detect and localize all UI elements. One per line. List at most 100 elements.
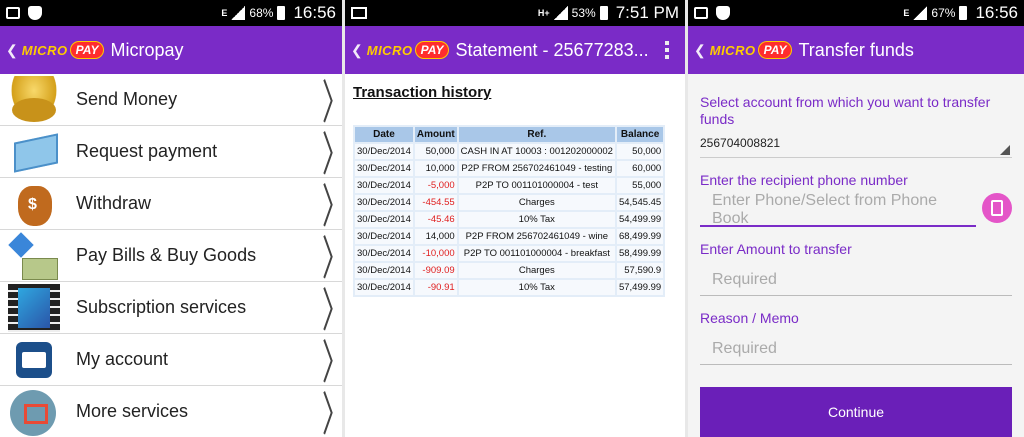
cell-balance: 54,499.99 xyxy=(616,212,664,227)
cell-amount: 14,000 xyxy=(414,229,457,244)
table-row: 30/Dec/2014 -90.91 10% Tax 57,499.99 xyxy=(355,280,664,295)
cell-ref: P2P FROM 256702461049 - testing xyxy=(458,161,615,176)
contacts-icon xyxy=(991,200,1003,216)
transaction-history-heading: Transaction history xyxy=(353,84,492,101)
battery-icon xyxy=(599,6,608,20)
memo-label: Reason / Memo xyxy=(700,310,799,326)
menu-item-more-services[interactable]: More services 〉 xyxy=(0,386,342,437)
action-bar: ❮ MICRO PAY Transfer funds xyxy=(688,26,1024,74)
status-bar: E 68% 16:56 xyxy=(0,0,342,26)
cell-ref: P2P FROM 256702461049 - wine xyxy=(458,229,615,244)
micropay-logo[interactable]: MICRO PAY xyxy=(367,41,450,59)
menu-item-request-payment[interactable]: Request payment 〉 xyxy=(0,126,342,181)
column-header: Amount xyxy=(414,127,457,142)
cell-ref: 10% Tax xyxy=(458,280,615,295)
account-card-icon xyxy=(8,336,60,384)
network-type: E xyxy=(221,8,228,18)
account-select[interactable]: 256704008821 xyxy=(700,136,1012,158)
chevron-right-icon: 〉 xyxy=(322,378,342,437)
cell-date: 30/Dec/2014 xyxy=(355,195,413,210)
cell-amount: 50,000 xyxy=(414,144,457,159)
back-caret-icon[interactable]: ❮ xyxy=(6,42,18,59)
column-header: Ref. xyxy=(458,127,615,142)
cell-amount: -454.55 xyxy=(414,195,457,210)
micropay-logo[interactable]: MICRO PAY xyxy=(22,41,105,59)
page-title: Micropay xyxy=(110,39,184,60)
gallery-notification-icon xyxy=(6,7,20,19)
cell-balance: 68,499.99 xyxy=(616,229,664,244)
memo-input[interactable]: Required xyxy=(700,333,1012,365)
menu-item-label: Withdraw xyxy=(76,193,152,213)
battery-percent: 53% xyxy=(571,6,596,20)
card-icon xyxy=(8,128,60,176)
cell-date: 30/Dec/2014 xyxy=(355,212,413,227)
clock: 7:51 PM xyxy=(615,3,679,22)
cell-ref: CASH IN AT 10003 : 001202000002 xyxy=(458,144,615,159)
table-row: 30/Dec/2014 50,000 CASH IN AT 10003 : 0012… xyxy=(355,144,664,159)
cell-date: 30/Dec/2014 xyxy=(355,144,413,159)
cell-ref: Charges xyxy=(458,195,615,210)
cell-balance: 57,590.9 xyxy=(616,263,664,278)
table-row: 30/Dec/2014 -5,000 P2P TO 001101000004 - t… xyxy=(355,178,664,193)
column-header: Balance xyxy=(616,127,664,142)
action-bar: ❮ MICRO PAY Statement - 25677283... xyxy=(345,26,685,74)
cell-date: 30/Dec/2014 xyxy=(355,246,413,261)
menu-item-label: Request payment xyxy=(76,141,218,161)
signal-icon xyxy=(553,6,568,20)
bills-icon xyxy=(8,232,60,280)
back-caret-icon[interactable]: ❮ xyxy=(694,42,706,59)
more-services-icon xyxy=(8,388,60,436)
money-bag-icon xyxy=(8,180,60,228)
status-bar: E 67% 16:56 xyxy=(688,0,1024,26)
cell-amount: -5,000 xyxy=(414,178,457,193)
recipient-phone-input[interactable]: Enter Phone/Select from Phone Book xyxy=(700,192,976,227)
menu-item-label: Send Money xyxy=(76,89,178,109)
battery-percent: 68% xyxy=(249,6,274,20)
cell-date: 30/Dec/2014 xyxy=(355,178,413,193)
table-row: 30/Dec/2014 -45.46 10% Tax 54,499.99 xyxy=(355,212,664,227)
cell-date: 30/Dec/2014 xyxy=(355,161,413,176)
cell-amount: 10,000 xyxy=(414,161,457,176)
cell-ref: 10% Tax xyxy=(458,212,615,227)
column-header: Date xyxy=(355,127,413,142)
amount-input[interactable]: Required xyxy=(700,264,1012,296)
battery-icon xyxy=(277,6,286,20)
recipient-phone-label: Enter the recipient phone number xyxy=(700,172,908,188)
micropay-logo[interactable]: MICRO PAY xyxy=(710,41,793,59)
transfer-funds-screen: E 67% 16:56 ❮ MICRO PAY Transfer funds Se… xyxy=(688,0,1024,437)
cell-balance: 60,000 xyxy=(616,161,664,176)
cell-ref: P2P TO 001101000004 - breakfast xyxy=(458,246,615,261)
account-select-label: Select account from which you want to tr… xyxy=(700,94,991,127)
cell-ref: P2P TO 001101000004 - test xyxy=(458,178,615,193)
cell-amount: -10,000 xyxy=(414,246,457,261)
shield-notification-icon xyxy=(716,6,730,20)
menu-item-withdraw[interactable]: Withdraw 〉 xyxy=(0,178,342,233)
signal-icon xyxy=(913,6,928,20)
continue-button[interactable]: Continue xyxy=(700,387,1012,437)
amount-label: Enter Amount to transfer xyxy=(700,241,852,257)
back-caret-icon[interactable]: ❮ xyxy=(351,42,363,59)
battery-icon xyxy=(959,6,968,20)
statement-screen: H+ 53% 7:51 PM ❮ MICRO PAY Statement - 25… xyxy=(345,0,685,437)
micropay-home-screen: E 68% 16:56 ❮ MICRO PAY Micropay Send Mon… xyxy=(0,0,342,437)
page-title: Statement - 25677283... xyxy=(455,39,649,60)
menu-item-label: Pay Bills & Buy Goods xyxy=(76,245,257,265)
overflow-menu-icon[interactable] xyxy=(665,41,671,59)
table-header-row: Date Amount Ref. Balance xyxy=(355,127,664,142)
menu-item-send-money[interactable]: Send Money 〉 xyxy=(0,74,342,129)
table-row: 30/Dec/2014 -909.09 Charges 57,590.9 xyxy=(355,263,664,278)
cell-date: 30/Dec/2014 xyxy=(355,280,413,295)
menu-item-my-account[interactable]: My account 〉 xyxy=(0,334,342,389)
menu-item-subscription-services[interactable]: Subscription services 〉 xyxy=(0,282,342,337)
cell-amount: -90.91 xyxy=(414,280,457,295)
cell-balance: 50,000 xyxy=(616,144,664,159)
cell-amount: -45.46 xyxy=(414,212,457,227)
cell-ref: Charges xyxy=(458,263,615,278)
menu-item-pay-bills[interactable]: Pay Bills & Buy Goods 〉 xyxy=(0,230,342,285)
network-type: H+ xyxy=(537,8,550,18)
cell-balance: 55,000 xyxy=(616,178,664,193)
phone-book-button[interactable] xyxy=(982,193,1012,223)
film-icon xyxy=(8,283,60,332)
cell-date: 30/Dec/2014 xyxy=(355,229,413,244)
menu-item-label: More services xyxy=(76,401,189,421)
